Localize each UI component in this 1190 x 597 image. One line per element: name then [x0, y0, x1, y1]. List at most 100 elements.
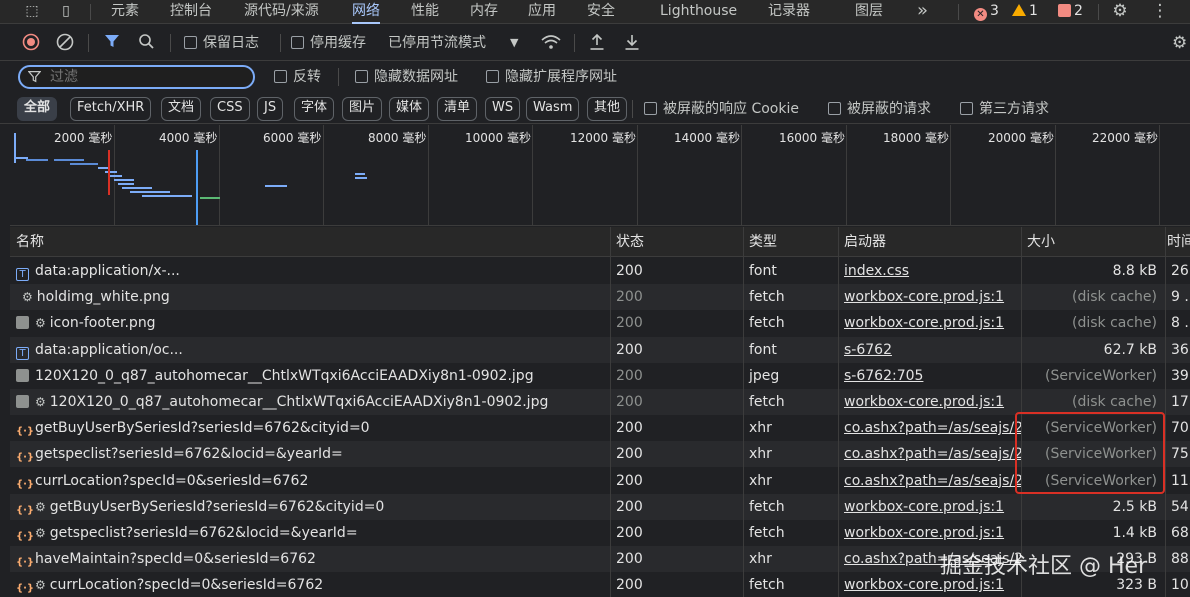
- chevron-down-icon[interactable]: ▼: [510, 33, 518, 53]
- clear-button[interactable]: [56, 33, 74, 53]
- third-party-checkbox[interactable]: 第三方请求: [960, 100, 1049, 118]
- cell-initiator-link[interactable]: workbox-core.prod.js:1: [838, 520, 1021, 546]
- hide-extension-urls-checkbox[interactable]: 隐藏扩展程序网址: [486, 67, 617, 87]
- checkbox-icon: [486, 70, 499, 83]
- overview-gridline: [532, 125, 533, 225]
- table-row[interactable]: Tdata:application/oc... 200 font s-6762 62.7…: [10, 336, 1190, 363]
- chip-wasm[interactable]: Wasm: [526, 97, 580, 121]
- blocked-cookies-label: 被屏蔽的响应 Cookie: [663, 101, 799, 117]
- tab-network[interactable]: 网络: [352, 0, 380, 24]
- warnings-badge[interactable]: 1: [1012, 2, 1038, 20]
- disable-cache-checkbox[interactable]: 停用缓存: [291, 33, 366, 53]
- tab-layers[interactable]: 图层: [855, 0, 883, 24]
- stop-recording-button[interactable]: [22, 33, 40, 53]
- table-row[interactable]: Tdata:application/x-... 200 font index.css 8…: [10, 258, 1190, 284]
- cell-status: 200: [616, 367, 643, 384]
- column-header-initiator[interactable]: 启动器: [838, 227, 1021, 257]
- tab-security[interactable]: 安全: [587, 0, 615, 24]
- column-header-type[interactable]: 类型: [743, 227, 838, 257]
- filter-input[interactable]: [50, 68, 245, 86]
- table-row[interactable]: {·}getBuyUserBySeriesId?seriesId=6762&ci…: [10, 415, 1190, 441]
- table-row[interactable]: {·}⚙ getspeclist?seriesId=6762&locid=&yea…: [10, 520, 1190, 546]
- cell-status: 200: [616, 525, 643, 541]
- issues-count: 2: [1074, 3, 1083, 19]
- table-row[interactable]: {·}currLocation?specId=0&seriesId=6762 20…: [10, 468, 1190, 494]
- search-button[interactable]: [138, 33, 155, 53]
- tab-lighthouse[interactable]: Lighthouse: [660, 0, 737, 24]
- wifi-settings-icon: [541, 35, 561, 49]
- filter-row: 反转 隐藏数据网址 隐藏扩展程序网址: [0, 62, 1190, 92]
- cell-initiator-link[interactable]: co.ashx?path=/as/seajs/2: [838, 415, 1021, 441]
- tab-console[interactable]: 控制台: [170, 0, 212, 24]
- preserve-log-checkbox[interactable]: 保留日志: [184, 33, 259, 53]
- table-row[interactable]: ⚙ 120X120_0_q87_autohomecar__ChtlxWTqxi6A…: [10, 389, 1190, 415]
- tab-elements[interactable]: 元素: [111, 0, 139, 24]
- tab-recorder[interactable]: 记录器: [768, 0, 810, 24]
- chip-other[interactable]: 其他: [587, 97, 628, 121]
- device-toolbar-icon[interactable]: ▯: [56, 2, 76, 20]
- network-conditions-button[interactable]: [540, 33, 562, 53]
- chip-js[interactable]: JS: [257, 97, 284, 121]
- chip-media[interactable]: 媒体: [389, 97, 430, 121]
- overview-gridline: [1055, 125, 1056, 225]
- clear-icon: [56, 33, 74, 51]
- xhr-request-icon: {·}: [16, 531, 35, 542]
- cell-initiator-link[interactable]: s-6762:705: [838, 363, 1021, 389]
- cell-initiator-link[interactable]: co.ashx?path=/as/seajs/2: [838, 441, 1021, 467]
- chip-document[interactable]: 文档: [161, 97, 202, 121]
- invert-checkbox[interactable]: 反转: [274, 67, 321, 87]
- network-settings-gear-icon[interactable]: ⚙: [1172, 33, 1187, 53]
- overview-tick-label: 18000 毫秒: [883, 131, 949, 145]
- upload-icon: [590, 33, 604, 50]
- cell-status: 200: [616, 577, 643, 594]
- throttling-select[interactable]: 已停用节流模式: [388, 33, 486, 53]
- cell-initiator-link[interactable]: workbox-core.prod.js:1: [838, 310, 1021, 336]
- filter-input-box[interactable]: [18, 65, 255, 89]
- inspect-element-icon[interactable]: ⬚: [22, 2, 42, 20]
- cell-status: 200: [616, 394, 643, 410]
- chip-fetch-xhr[interactable]: Fetch/XHR: [70, 97, 152, 121]
- tab-application[interactable]: 应用: [528, 0, 556, 24]
- tab-sources[interactable]: 源代码/来源: [244, 0, 319, 24]
- blocked-requests-checkbox[interactable]: 被屏蔽的请求: [828, 100, 931, 118]
- chip-font[interactable]: 字体: [294, 97, 335, 121]
- more-options-icon[interactable]: ⋮: [1150, 2, 1170, 20]
- more-tabs-icon[interactable]: »: [917, 0, 928, 24]
- cell-initiator-link[interactable]: workbox-core.prod.js:1: [838, 494, 1021, 520]
- checkbox-icon: [355, 70, 368, 83]
- xhr-request-icon: {·}: [16, 478, 35, 490]
- cell-initiator-link[interactable]: workbox-core.prod.js:1: [838, 389, 1021, 415]
- table-row[interactable]: ⚙ icon-footer.png 200 fetch workbox-core.pro…: [10, 310, 1190, 336]
- column-header-size[interactable]: 大小: [1021, 227, 1165, 257]
- tab-performance[interactable]: 性能: [411, 0, 439, 24]
- chip-websocket[interactable]: WS: [485, 97, 521, 121]
- chip-manifest[interactable]: 清单: [437, 97, 478, 121]
- column-divider: [1165, 227, 1166, 597]
- blocked-cookies-checkbox[interactable]: 被屏蔽的响应 Cookie: [644, 100, 799, 118]
- cell-size: (disk cache): [1071, 315, 1157, 332]
- chip-css[interactable]: CSS: [210, 97, 250, 121]
- table-row[interactable]: ⚙ holdimg_white.png 200 fetch workbox-core.p…: [10, 284, 1190, 311]
- cell-initiator-link[interactable]: s-6762: [838, 337, 1021, 363]
- chip-image[interactable]: 图片: [342, 97, 383, 121]
- table-row[interactable]: {·}getspeclist?seriesId=6762&locid=&year…: [10, 441, 1190, 468]
- tab-memory[interactable]: 内存: [470, 0, 498, 24]
- table-row[interactable]: 120X120_0_q87_autohomecar__ChtlxWTqxi6Ac…: [10, 363, 1190, 389]
- cell-initiator-link[interactable]: workbox-core.prod.js:1: [838, 284, 1021, 310]
- filter-toggle-button[interactable]: [104, 33, 120, 53]
- errors-badge[interactable]: ✕ 3: [974, 2, 999, 21]
- hide-data-urls-checkbox[interactable]: 隐藏数据网址: [355, 67, 458, 87]
- column-header-status[interactable]: 状态: [610, 227, 743, 257]
- import-har-button[interactable]: [589, 33, 605, 53]
- cell-initiator-link[interactable]: co.ashx?path=/as/seajs/2: [838, 468, 1021, 494]
- settings-gear-icon[interactable]: ⚙: [1110, 2, 1130, 20]
- column-header-name[interactable]: 名称: [10, 227, 610, 257]
- table-row[interactable]: {·}⚙ getBuyUserBySeriesId?seriesId=6762&c…: [10, 493, 1190, 520]
- network-overview-timeline[interactable]: 2000 毫秒 4000 毫秒 6000 毫秒 8000 毫秒 10000 毫秒…: [10, 125, 1190, 226]
- chip-all[interactable]: 全部: [17, 97, 58, 121]
- checkbox-icon: [274, 70, 287, 83]
- cell-initiator-link[interactable]: index.css: [838, 258, 1021, 284]
- cell-name: {·}getBuyUserBySeriesId?seriesId=6762&ci…: [10, 415, 610, 441]
- issues-badge[interactable]: 2: [1058, 2, 1083, 20]
- export-har-button[interactable]: [624, 33, 640, 53]
